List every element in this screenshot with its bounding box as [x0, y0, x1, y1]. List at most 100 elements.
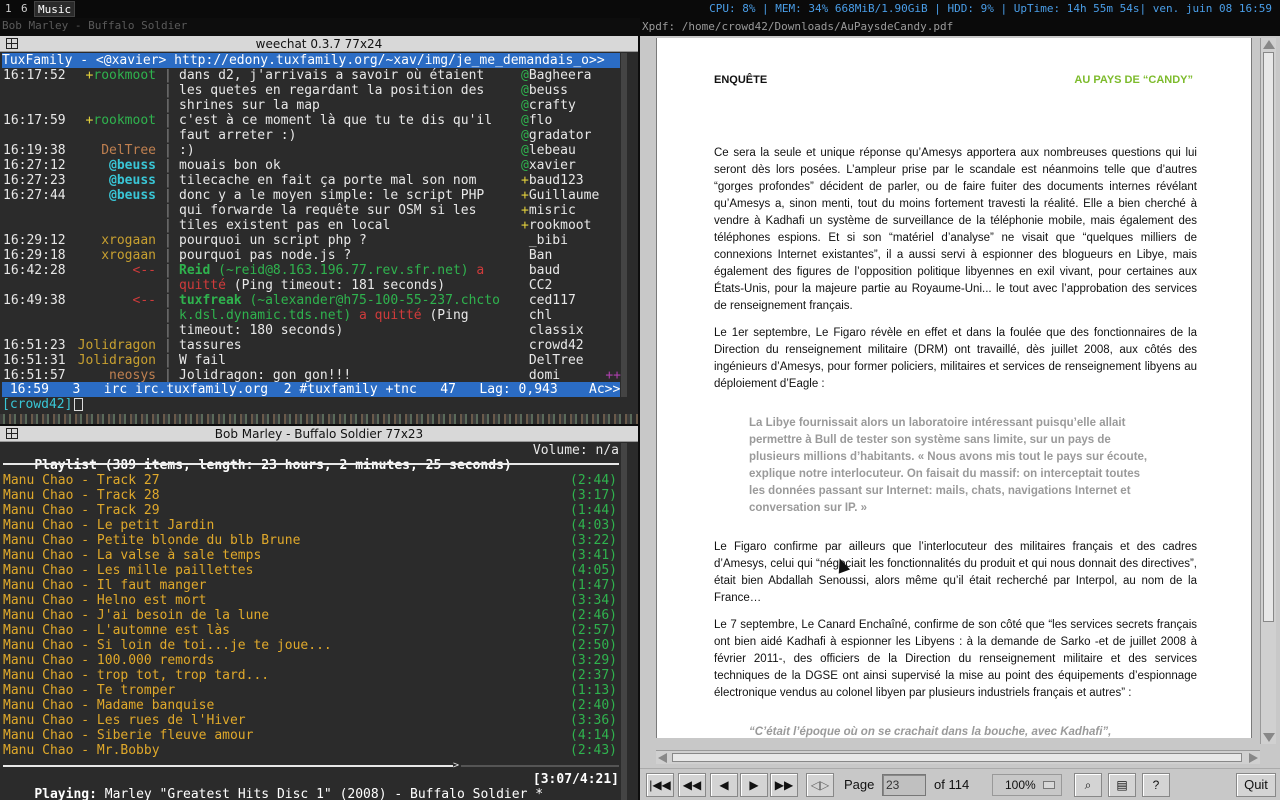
window-menu-icon[interactable] — [6, 428, 18, 439]
playlist-item[interactable]: Manu Chao - Mr.Bobby (2:43) — [3, 743, 619, 758]
nick-entry[interactable]: baud — [521, 263, 621, 278]
print-button[interactable]: ▤ — [1108, 773, 1136, 797]
playing-label: Playing: — [34, 787, 97, 800]
ncmpc-scrollbar[interactable] — [621, 443, 627, 800]
playlist-item[interactable]: Manu Chao - Helno est mort (3:34) — [3, 593, 619, 608]
playlist-item[interactable]: Manu Chao - Les rues de l'Hiver (3:36) — [3, 713, 619, 728]
nick-entry[interactable]: CC2 — [521, 278, 621, 293]
progress-knob[interactable]: > — [453, 761, 459, 771]
playlist-item[interactable]: Manu Chao - Track 27 (2:44) — [3, 473, 619, 488]
weechat-scrollbar[interactable] — [621, 53, 627, 397]
scroll-up-arrow-icon[interactable] — [1263, 40, 1275, 49]
weechat-input-line[interactable]: [crowd42] — [2, 397, 84, 412]
horizontal-scroll-thumb[interactable] — [672, 753, 1242, 762]
weechat-terminal[interactable]: weechat 0.3.7 77x24 TuxFamily - <@xavier… — [0, 36, 638, 414]
previous-page-button[interactable]: ◀ — [710, 773, 738, 797]
tag-6[interactable]: 6 — [18, 1, 31, 17]
nick-entry[interactable]: @crafty — [521, 98, 621, 113]
chat-timestamp: 16:29:12 — [3, 233, 66, 248]
scroll-down-arrow-icon[interactable] — [1263, 733, 1275, 742]
next-page-button[interactable]: ▶ — [740, 773, 768, 797]
nick-entry[interactable]: @flo — [521, 113, 621, 128]
chat-line: 16:27:44 @beuss | donc y a le moyen simple:… — [2, 188, 518, 203]
playlist-item[interactable]: Manu Chao - Il faut manger (1:47) — [3, 578, 619, 593]
nick-entry[interactable]: @xavier — [521, 158, 621, 173]
first-page-button[interactable]: |◀◀ — [646, 773, 674, 797]
nick-entry[interactable]: _bibi — [521, 233, 621, 248]
playlist-item[interactable]: Manu Chao - Madame banquise (2:40) — [3, 698, 619, 713]
pdf-viewport[interactable]: ENQUÊTE AU PAYS DE “CANDY” Ce sera la se… — [656, 38, 1252, 738]
xpdf-titlebar: Xpdf: /home/crowd42/Downloads/AuPaysdeCa… — [640, 18, 1280, 36]
previous-icon: ◀ — [719, 778, 729, 792]
playlist-item[interactable]: Manu Chao - Te tromper (1:13) — [3, 683, 619, 698]
chat-separator: | — [164, 293, 172, 308]
chat-separator: | — [164, 233, 172, 248]
playlist-item[interactable]: Manu Chao - La valse à sale temps (3:41) — [3, 548, 619, 563]
nick-entry[interactable]: @gradator — [521, 128, 621, 143]
playlist-item[interactable]: Manu Chao - Les mille paillettes (4:05) — [3, 563, 619, 578]
quit-button[interactable]: Quit — [1236, 773, 1276, 797]
track-title: Manu Chao - L'automne est làs — [3, 623, 230, 638]
nick-entry[interactable]: crowd42 — [521, 338, 621, 353]
window-menu-icon[interactable] — [6, 38, 18, 49]
tag-1[interactable]: 1 — [2, 1, 15, 17]
chat-nick: Jolidragon — [77, 353, 156, 368]
find-button[interactable]: ⌕ — [1074, 773, 1102, 797]
vertical-scroll-thumb[interactable] — [1263, 52, 1274, 622]
page-number-input[interactable]: 23 — [882, 774, 926, 796]
pdf-horizontal-scrollbar[interactable] — [656, 750, 1260, 764]
playback-progress-bar[interactable]: > — [3, 761, 619, 771]
nick-entry[interactable]: ced117 — [521, 293, 621, 308]
chat-line: | shrines sur la map — [2, 98, 518, 113]
playlist-item[interactable]: Manu Chao - Siberie fleuve amour (4:14) — [3, 728, 619, 743]
chat-line: 16:29:12 xrogaan | pourquoi un script php ? — [2, 233, 518, 248]
playlist-item[interactable]: Manu Chao - trop tot, trop tard... (2:37) — [3, 668, 619, 683]
ncmpc-terminal[interactable]: Bob Marley - Buffalo Soldier 77x23 Playl… — [0, 426, 638, 800]
pdf-vertical-scrollbar[interactable] — [1260, 38, 1276, 744]
weechat-titlebar[interactable]: weechat 0.3.7 77x24 — [0, 36, 638, 52]
nick-entry[interactable]: classix — [521, 323, 621, 338]
zoom-select[interactable]: 100% — [992, 774, 1062, 796]
nicklist[interactable]: @Bagheera @beuss @crafty @flo @gradator @lebe… — [521, 68, 621, 383]
playlist-item[interactable]: Manu Chao - Le petit Jardin (4:03) — [3, 518, 619, 533]
scroll-left-arrow-icon[interactable] — [658, 753, 667, 763]
nick-entry[interactable]: +rookmoot — [521, 218, 621, 233]
nick-entry[interactable]: domi ++ — [521, 368, 621, 383]
chat-timestamp: 16:27:23 — [3, 173, 66, 188]
playlist-item[interactable]: Manu Chao - J'ai besoin de la lune (2:46) — [3, 608, 619, 623]
progress-fill — [3, 765, 453, 767]
nick-entry[interactable]: +misric — [521, 203, 621, 218]
nick-entry[interactable]: +Guillaume — [521, 188, 621, 203]
ncmpc-titlebar[interactable]: Bob Marley - Buffalo Soldier 77x23 — [0, 426, 638, 442]
tag-music[interactable]: Music — [34, 1, 76, 17]
chat-line: | tiles existent pas en local — [2, 218, 518, 233]
back-ten-pages-button[interactable]: ◀◀ — [678, 773, 706, 797]
chat-separator: | — [164, 158, 172, 173]
playlist-item[interactable]: Manu Chao - 100.000 remords (3:29) — [3, 653, 619, 668]
chat-message: W fail — [179, 353, 226, 368]
scroll-right-arrow-icon[interactable] — [1249, 753, 1258, 763]
nick-entry[interactable]: @Bagheera — [521, 68, 621, 83]
nick-entry[interactable]: +baud123 — [521, 173, 621, 188]
nick-entry[interactable]: @lebeau — [521, 143, 621, 158]
forward-ten-pages-button[interactable]: ▶▶ — [770, 773, 798, 797]
playlist-item[interactable]: Manu Chao - Track 28 (3:17) — [3, 488, 619, 503]
chat-separator: | — [164, 143, 172, 158]
xpdf-window[interactable]: Xpdf: /home/crowd42/Downloads/AuPaysdeCa… — [640, 18, 1280, 800]
track-title: Manu Chao - Les mille paillettes — [3, 563, 254, 578]
playlist-item[interactable]: Manu Chao - L'automne est làs (2:57) — [3, 623, 619, 638]
chat-message: mouais bon ok — [179, 158, 281, 173]
help-button[interactable]: ? — [1142, 773, 1170, 797]
chat-timestamp: 16:51:31 — [3, 353, 66, 368]
nick-entry[interactable]: @beuss — [521, 83, 621, 98]
nick-entry[interactable]: DelTree — [521, 353, 621, 368]
nick-entry[interactable]: chl — [521, 308, 621, 323]
playlist-item[interactable]: Manu Chao - Si loin de toi...je te joue.… — [3, 638, 619, 653]
playlist-item[interactable]: Manu Chao - Petite blonde du blb Brune (3… — [3, 533, 619, 548]
playlist-item[interactable]: Manu Chao - Track 29 (1:44) — [3, 503, 619, 518]
playlist[interactable]: Manu Chao - Track 27 (2:44) Manu Chao - Tr… — [3, 473, 619, 758]
history-button[interactable]: ◁▷ — [806, 773, 834, 797]
chat-separator: | — [164, 248, 172, 263]
chat-timestamp: 16:17:52 — [3, 68, 66, 83]
nick-entry[interactable]: Ban — [521, 248, 621, 263]
